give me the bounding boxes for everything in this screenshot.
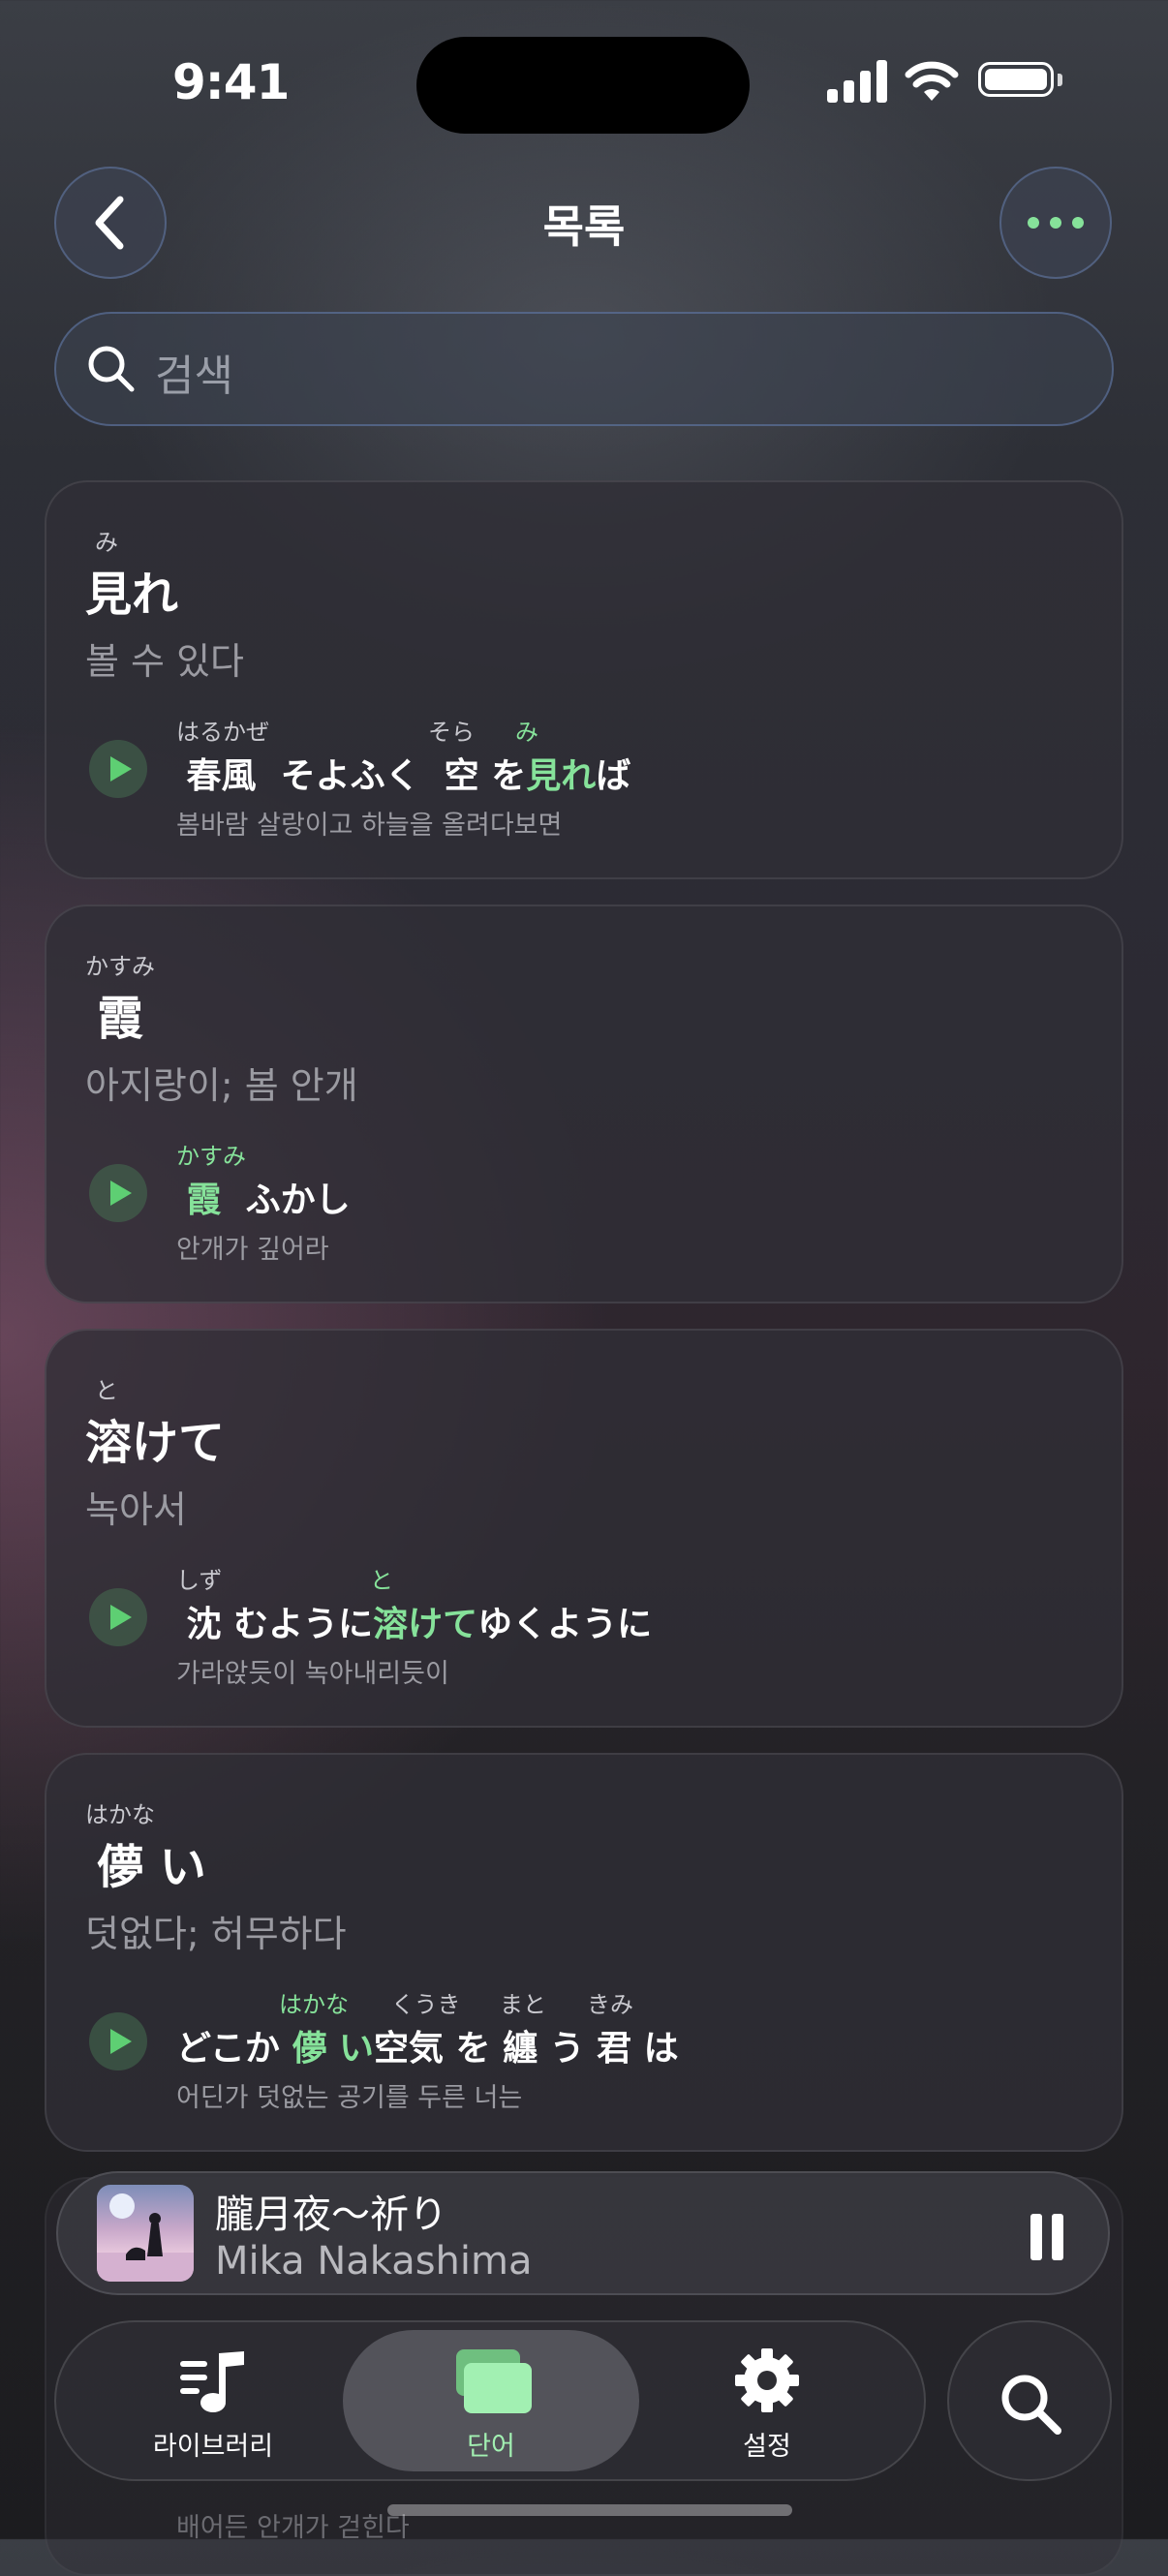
search-icon [1001, 2375, 1061, 2435]
play-button[interactable] [89, 1588, 147, 1646]
play-button[interactable] [89, 1164, 147, 1222]
search-placeholder: 검색 [155, 352, 233, 401]
sentence-translation: 안개가 깊어라 [176, 1235, 329, 1265]
play-button[interactable] [89, 740, 147, 798]
music-library-icon [180, 2351, 244, 2412]
search-icon [88, 346, 135, 392]
word-reading: かすみ [85, 953, 155, 980]
now-playing-title: 朧月夜～祈り [215, 2193, 447, 2237]
word-reading: と [95, 1377, 118, 1404]
battery-icon [978, 62, 1054, 97]
word-meaning: 아지랑이; 봄 안개 [85, 1064, 358, 1107]
global-search-button[interactable] [947, 2320, 1112, 2481]
album-artwork[interactable] [97, 2185, 194, 2282]
sentence-ruby: はるかぜ [176, 719, 269, 746]
now-playing-artist: Mika Nakashima [215, 2239, 533, 2284]
sentence-ruby: しず [176, 1567, 223, 1594]
tab-words-label: 단어 [467, 2432, 515, 2462]
pause-icon[interactable] [1030, 2214, 1063, 2260]
album-art-image [97, 2193, 194, 2282]
page-title: 목록 [542, 200, 626, 253]
word-meaning: 덧없다; 허무하다 [85, 1913, 347, 1955]
more-options-button[interactable] [999, 167, 1112, 279]
tab-settings-label: 설정 [743, 2432, 791, 2462]
sentence-ruby-highlight: かすみ [176, 1143, 246, 1170]
dynamic-island [416, 37, 750, 134]
sentence-translation: 어딘가 덧없는 공기를 두른 너는 [176, 2083, 523, 2113]
word-title: 見れ [85, 567, 179, 622]
word-title: 儚 い [97, 1840, 206, 1894]
tab-words[interactable]: 단어 [394, 2347, 588, 2473]
play-button[interactable] [89, 2012, 147, 2070]
tab-settings[interactable]: 설정 [670, 2347, 864, 2473]
sentence-ruby: まと [500, 1991, 546, 2018]
sentence-ruby-highlight: はかな [279, 1991, 349, 2018]
sentence-ruby: くうき [391, 1991, 461, 2018]
ellipsis-icon [1028, 217, 1084, 229]
sentence-ruby: そら [428, 719, 475, 746]
home-indicator [387, 2504, 792, 2516]
word-reading: はかな [85, 1801, 155, 1828]
example-sentence: どこか 儚 い空気 を 纏 う 君 は [176, 2029, 679, 2069]
status-time: 9:41 [172, 54, 290, 110]
wifi-icon [905, 61, 959, 101]
example-sentence: 霞 ふかし [174, 1181, 351, 1220]
sentence-translation-partial: 배어든 안개가 걷힌다 [176, 2513, 410, 2543]
sentence-ruby-highlight: と [370, 1567, 393, 1594]
battery-tip [1058, 74, 1062, 86]
word-title: 霞 [97, 992, 144, 1046]
sentence-ruby: きみ [587, 1991, 633, 2018]
sentence-translation: 가라앉듯이 녹아내리듯이 [176, 1659, 449, 1689]
gear-icon [735, 2348, 799, 2412]
sentence-translation: 봄바람 살랑이고 하늘을 올려다보면 [176, 811, 563, 841]
tab-library-label: 라이브러리 [152, 2432, 274, 2462]
tab-library[interactable]: 라이브러리 [116, 2347, 310, 2473]
sentence-ruby-highlight: み [515, 719, 538, 746]
example-sentence: 沈 むように溶けてゆくように [174, 1605, 653, 1644]
example-sentence: 春風 そよふく 空 を見れば [174, 756, 631, 796]
word-reading: み [95, 529, 118, 556]
cards-icon [456, 2349, 532, 2413]
word-title: 溶けて [85, 1416, 226, 1470]
word-meaning: 녹아서 [85, 1488, 187, 1531]
word-meaning: 볼 수 있다 [85, 640, 244, 683]
cellular-signal-icon [827, 60, 887, 103]
